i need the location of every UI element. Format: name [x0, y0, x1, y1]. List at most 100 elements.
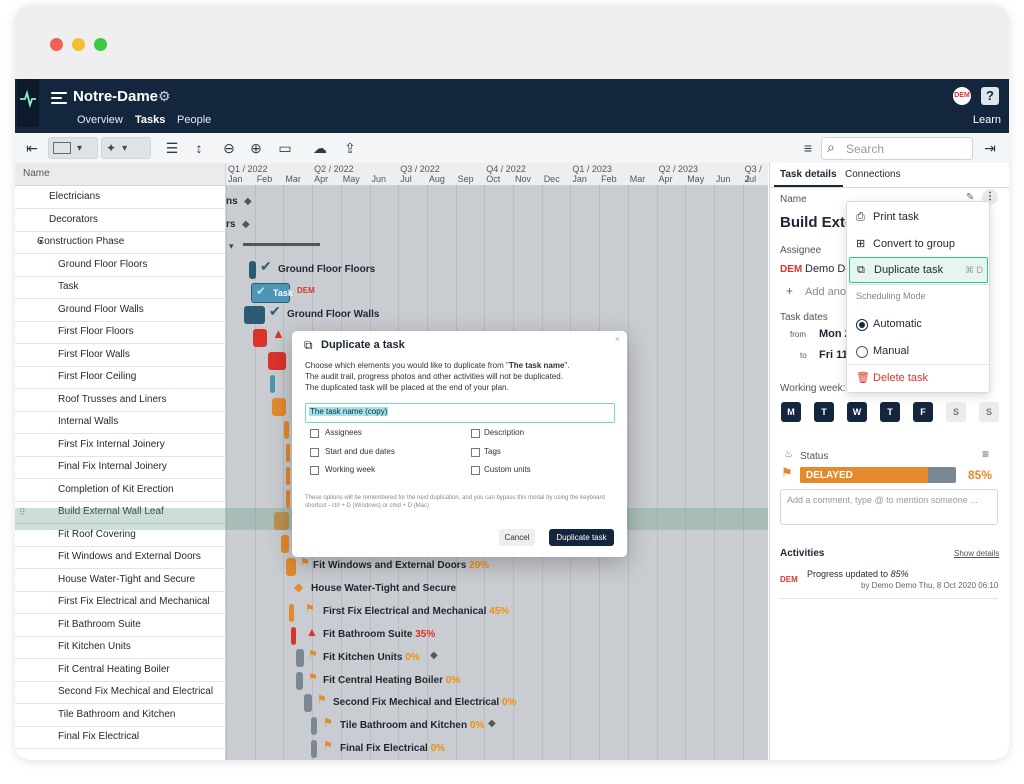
- task-bar[interactable]: [296, 672, 303, 690]
- cloud-download-icon[interactable]: ☁: [311, 138, 329, 158]
- list-item[interactable]: House Water-Tight and Secure: [15, 569, 225, 592]
- minimize-window-dot[interactable]: [72, 38, 85, 51]
- task-bar[interactable]: [270, 375, 275, 393]
- task-bar[interactable]: [286, 558, 296, 576]
- nav-overview[interactable]: Overview: [77, 114, 123, 126]
- close-window-dot[interactable]: [50, 38, 63, 51]
- task-bar[interactable]: [304, 694, 312, 712]
- checkbox-working-week[interactable]: [310, 466, 319, 475]
- show-details-link[interactable]: Show details: [954, 549, 999, 558]
- task-bar[interactable]: [253, 329, 267, 347]
- menu-delete-task[interactable]: 🗑 Delete task: [847, 365, 989, 391]
- list-item[interactable]: First Fix Electrical and Mechanical: [15, 591, 225, 614]
- task-bar[interactable]: [286, 467, 290, 485]
- list-item[interactable]: Fit Central Heating Boiler: [15, 659, 225, 682]
- list-item[interactable]: Fit Bathroom Suite: [15, 614, 225, 637]
- maximize-window-dot[interactable]: [94, 38, 107, 51]
- list-item[interactable]: First Floor Walls: [15, 344, 225, 367]
- phase-summary-bar[interactable]: [243, 243, 320, 246]
- list-item[interactable]: Internal Walls: [15, 411, 225, 434]
- task-bar[interactable]: [281, 535, 289, 553]
- nav-people[interactable]: People: [177, 114, 211, 126]
- filter-sliders-icon[interactable]: ☰: [163, 138, 181, 158]
- day-fri[interactable]: F: [913, 402, 933, 422]
- list-item[interactable]: Final Fix Internal Joinery: [15, 456, 225, 479]
- collapse-panel-icon[interactable]: ⇤: [23, 138, 41, 158]
- list-item[interactable]: Ground Floor Walls: [15, 299, 225, 322]
- list-item[interactable]: Ground Floor Floors: [15, 254, 225, 277]
- comment-input[interactable]: Add a comment, type @ to mention someone…: [780, 489, 998, 525]
- day-thu[interactable]: T: [880, 402, 900, 422]
- milestone-icon[interactable]: ◆: [294, 580, 303, 594]
- day-sat[interactable]: S: [946, 402, 966, 422]
- task-bar[interactable]: [249, 261, 256, 279]
- checkbox-custom-units[interactable]: [471, 466, 480, 475]
- task-name-input[interactable]: The task name (copy): [305, 403, 615, 423]
- learn-link[interactable]: Learn: [973, 114, 1001, 126]
- day-sun[interactable]: S: [979, 402, 999, 422]
- menu-icon[interactable]: [51, 92, 67, 107]
- sort-filter-icon[interactable]: ≡: [799, 138, 817, 158]
- menu-convert-to-group[interactable]: ⊞ Convert to group: [847, 231, 989, 257]
- present-icon[interactable]: ▭: [276, 138, 294, 158]
- toggle-right-panel-icon[interactable]: ⇥: [981, 138, 999, 158]
- list-item[interactable]: Decorators: [15, 209, 225, 232]
- zoom-in-icon[interactable]: ⊕: [247, 138, 265, 158]
- list-item[interactable]: First Floor Ceiling: [15, 366, 225, 389]
- task-bar[interactable]: [289, 604, 294, 622]
- task-bar[interactable]: [268, 352, 286, 370]
- task-bar-selected[interactable]: ✔ Task: [251, 283, 293, 303]
- task-bar[interactable]: [286, 444, 290, 462]
- list-item[interactable]: Final Fix Electrical: [15, 726, 225, 749]
- tab-task-details[interactable]: Task details: [774, 165, 843, 187]
- menu-mode-manual[interactable]: Manual: [847, 338, 989, 364]
- task-bar[interactable]: [311, 717, 317, 735]
- checkbox-assignees[interactable]: [310, 429, 319, 438]
- list-item[interactable]: Fit Windows and External Doors: [15, 546, 225, 569]
- task-bar[interactable]: [296, 649, 304, 667]
- list-item[interactable]: Fit Kitchen Units: [15, 636, 225, 659]
- cancel-button[interactable]: Cancel: [499, 529, 535, 546]
- nav-tasks[interactable]: Tasks: [135, 114, 165, 126]
- status-progress-bar[interactable]: DELAYED: [800, 467, 956, 483]
- list-item[interactable]: Tile Bathroom and Kitchen: [15, 704, 225, 727]
- magic-select[interactable]: ✦ ▾: [101, 137, 151, 159]
- duplicate-task-button[interactable]: Duplicate task: [549, 529, 614, 546]
- view-select[interactable]: ▾: [48, 137, 98, 159]
- list-item[interactable]: First Fix Internal Joinery: [15, 434, 225, 457]
- task-bar[interactable]: [244, 306, 265, 324]
- day-mon[interactable]: M: [781, 402, 801, 422]
- tab-connections[interactable]: Connections: [839, 165, 907, 185]
- task-bar[interactable]: [286, 490, 290, 508]
- task-bar[interactable]: [272, 398, 286, 416]
- user-avatar[interactable]: DEM: [953, 87, 971, 105]
- list-item[interactable]: Second Fix Mechical and Electrical: [15, 681, 225, 704]
- upload-icon[interactable]: ⇪: [341, 138, 359, 158]
- list-item[interactable]: ▾ Construction Phase: [15, 231, 225, 254]
- task-bar[interactable]: [284, 421, 289, 439]
- collapse-arrow-icon[interactable]: ▾: [229, 241, 234, 252]
- list-item[interactable]: First Floor Floors: [15, 321, 225, 344]
- list-icon[interactable]: ≡: [982, 447, 989, 461]
- menu-duplicate-task[interactable]: ⧉ Duplicate task ⌘ D: [849, 257, 988, 283]
- list-item[interactable]: Task: [15, 276, 225, 299]
- list-item[interactable]: Completion of Kit Erection: [15, 479, 225, 502]
- checkbox-dates[interactable]: [310, 448, 319, 457]
- menu-mode-automatic[interactable]: Automatic: [847, 311, 989, 337]
- menu-print-task[interactable]: ⎙ Print task: [847, 204, 989, 230]
- expand-rows-icon[interactable]: ↕: [190, 138, 208, 158]
- zoom-out-icon[interactable]: ⊖: [220, 138, 238, 158]
- day-tue[interactable]: T: [814, 402, 834, 422]
- search-input[interactable]: ⌕ Search: [821, 137, 973, 160]
- task-bar[interactable]: [291, 627, 296, 645]
- gear-icon[interactable]: ⚙: [158, 88, 171, 105]
- close-icon[interactable]: ×: [615, 334, 620, 344]
- checkbox-tags[interactable]: [471, 448, 480, 457]
- list-item[interactable]: Electricians: [15, 186, 225, 209]
- checkbox-description[interactable]: [471, 429, 480, 438]
- help-icon[interactable]: ?: [981, 87, 999, 105]
- task-bar[interactable]: [311, 740, 317, 758]
- list-item[interactable]: Roof Trusses and Liners: [15, 389, 225, 412]
- day-wed[interactable]: W: [847, 402, 867, 422]
- app-logo[interactable]: [17, 79, 39, 127]
